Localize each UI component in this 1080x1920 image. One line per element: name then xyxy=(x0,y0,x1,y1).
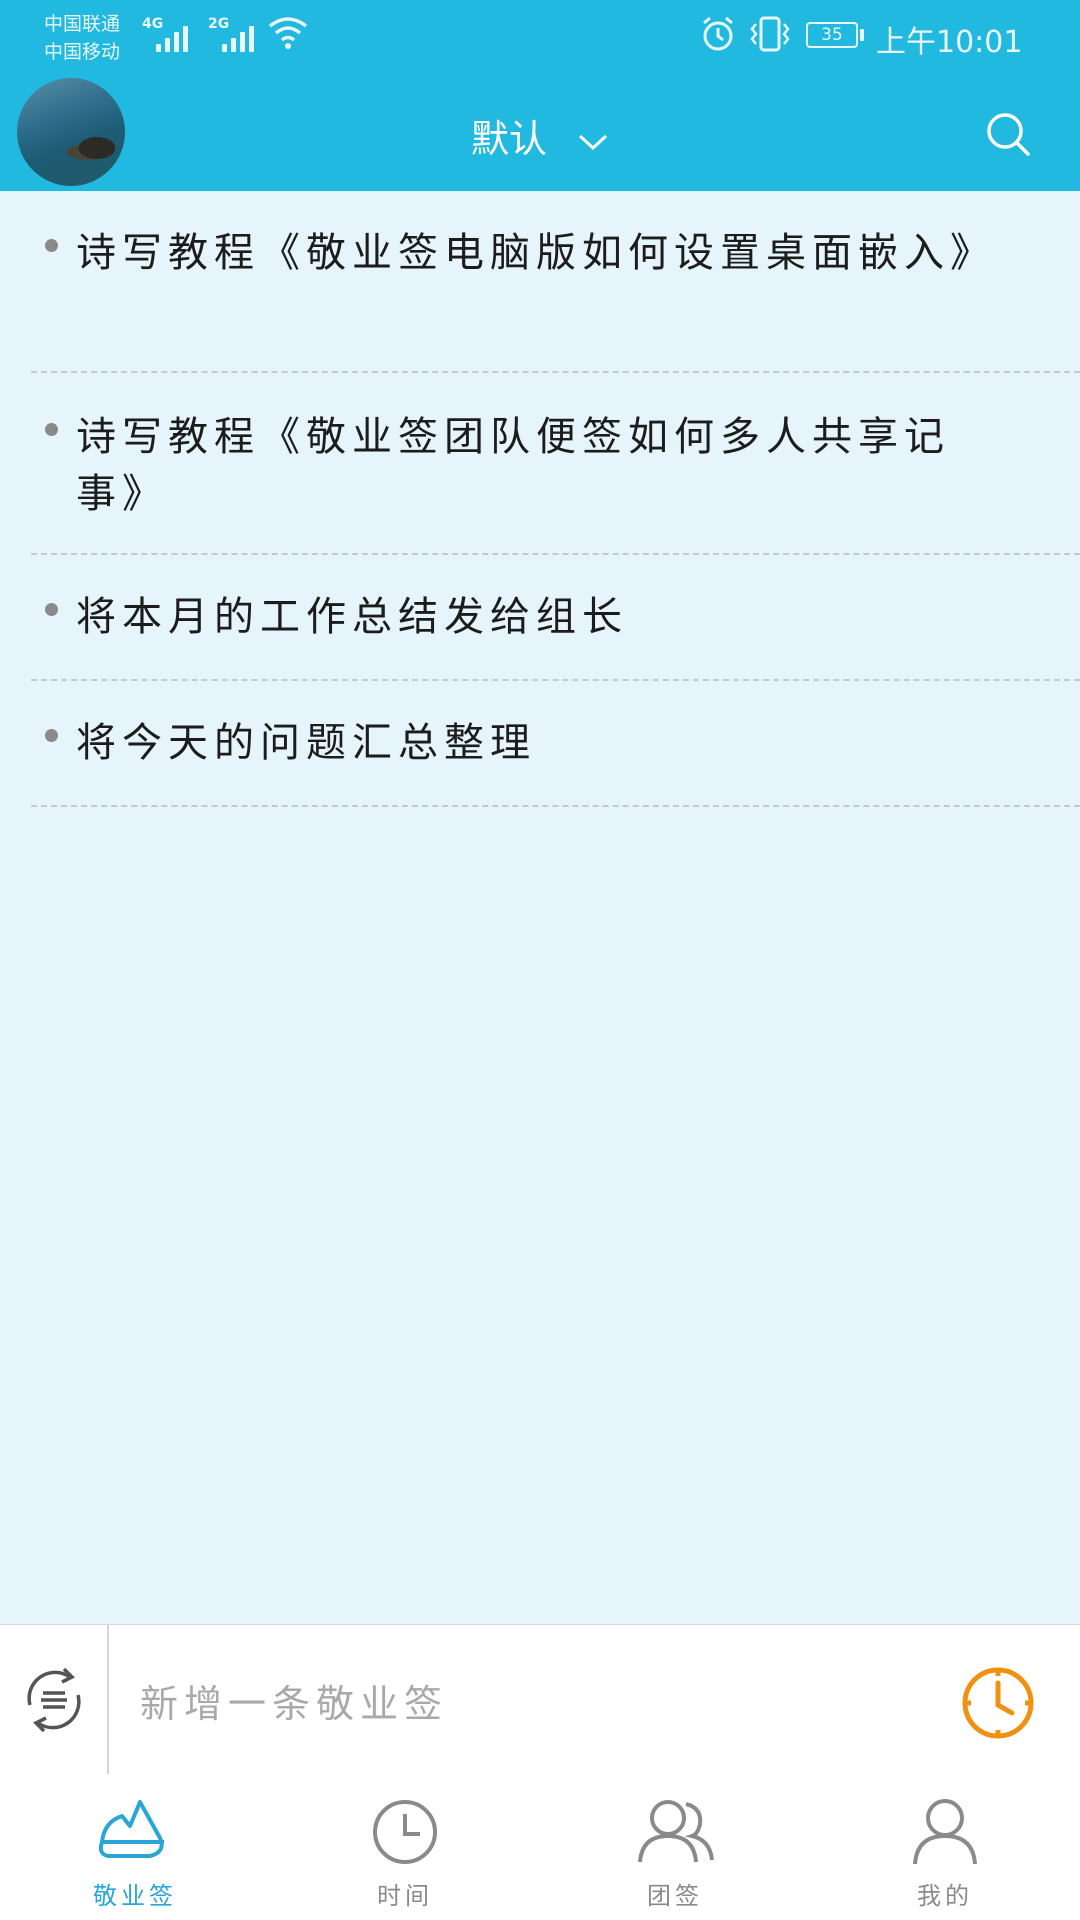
profile-icon xyxy=(913,1799,977,1865)
battery-tip xyxy=(860,29,864,41)
bullet-dot xyxy=(45,423,58,436)
note-text: 诗写教程《敬业签电脑版如何设置桌面嵌入》 xyxy=(76,230,996,276)
note-item[interactable]: 将本月的工作总结发给组长 xyxy=(31,555,1080,681)
divider xyxy=(107,1625,109,1775)
alarm-icon xyxy=(703,16,733,51)
category-selector[interactable]: 默认 xyxy=(0,108,1080,163)
clock-reminder-icon[interactable] xyxy=(960,1665,1036,1741)
tab-me-label: 我的 xyxy=(917,1882,973,1910)
status-right: 35 上午10:01 xyxy=(700,14,1040,60)
search-button[interactable] xyxy=(984,110,1032,158)
page-title: 默认 xyxy=(470,117,547,161)
note-list: 诗写教程《敬业签电脑版如何设置桌面嵌入》 诗写教程《敬业签团队便签如何多人共享记… xyxy=(31,191,1080,807)
team-icon xyxy=(638,1800,714,1863)
tab-time[interactable]: 时间 xyxy=(270,1774,540,1920)
clock-icon xyxy=(373,1800,437,1864)
tab-team-label: 团签 xyxy=(647,1882,703,1910)
tab-team[interactable]: 团签 xyxy=(540,1774,810,1920)
carrier-info: 中国联通 中国移动 xyxy=(44,10,120,66)
new-note-bar xyxy=(0,1624,1080,1775)
tab-notes-label: 敬业签 xyxy=(93,1882,177,1910)
tab-time-label: 时间 xyxy=(377,1882,433,1910)
carrier-1: 中国联通 xyxy=(44,13,121,35)
note-item[interactable]: 将今天的问题汇总整理 xyxy=(31,681,1080,807)
tab-me[interactable]: 我的 xyxy=(810,1774,1080,1920)
note-item[interactable]: 诗写教程《敬业签电脑版如何设置桌面嵌入》 xyxy=(31,191,1080,373)
app-header: 中国联通 中国移动 4G 2G 35 上午10:01 默认 xyxy=(0,0,1080,191)
note-tab-icon xyxy=(98,1800,164,1858)
bullet-dot xyxy=(45,239,58,252)
battery-icon: 35 xyxy=(806,22,858,48)
status-bar: 中国联通 中国移动 4G 2G 35 上午10:01 xyxy=(0,0,1080,75)
note-text: 诗写教程《敬业签团队便签如何多人共享记事》 xyxy=(76,414,950,517)
carrier-2: 中国移动 xyxy=(44,41,121,63)
chevron-down-icon xyxy=(579,134,608,150)
bullet-dot xyxy=(45,603,58,616)
tab-notes[interactable]: 敬业签 xyxy=(0,1774,270,1920)
list-toggle-icon[interactable] xyxy=(20,1665,88,1735)
new-note-input[interactable] xyxy=(138,1675,922,1733)
note-text: 将本月的工作总结发给组长 xyxy=(76,594,628,640)
status-time: 上午10:01 xyxy=(876,25,1023,60)
wifi-icon xyxy=(268,17,308,49)
vibrate-icon xyxy=(750,16,790,52)
note-text: 将今天的问题汇总整理 xyxy=(76,720,536,766)
bullet-dot xyxy=(45,729,58,742)
bottom-tab-bar: 敬业签 时间 团签 我的 xyxy=(0,1774,1080,1920)
note-item[interactable]: 诗写教程《敬业签团队便签如何多人共享记事》 xyxy=(31,373,1080,555)
